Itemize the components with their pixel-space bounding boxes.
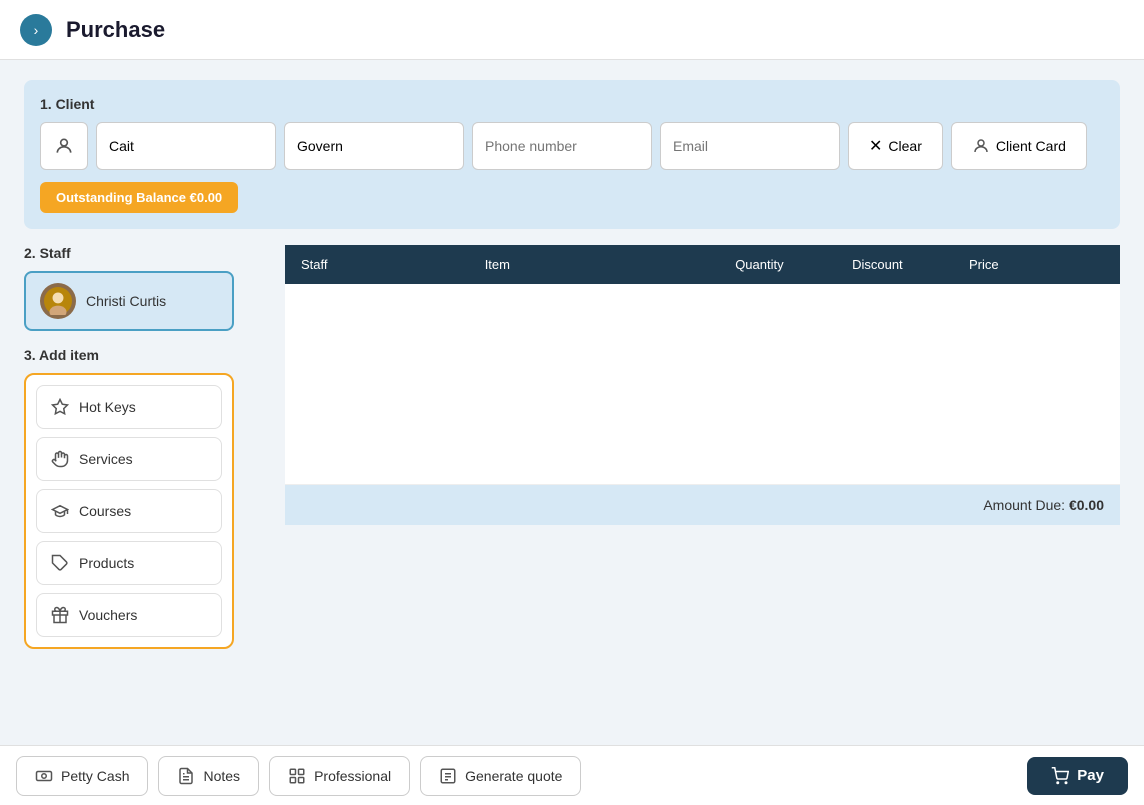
col-price: Price xyxy=(953,245,1070,284)
client-card-label: Client Card xyxy=(996,138,1066,154)
professional-button[interactable]: Professional xyxy=(269,756,410,796)
cash-icon xyxy=(35,767,53,785)
gift-icon xyxy=(51,606,69,624)
clear-label: Clear xyxy=(888,138,921,154)
client-card-icon xyxy=(972,137,990,155)
phone-input[interactable] xyxy=(472,122,652,170)
petty-cash-label: Petty Cash xyxy=(61,768,129,784)
client-section: 1. Client ✕ Clear Client Car xyxy=(24,80,1120,229)
clear-button[interactable]: ✕ Clear xyxy=(848,122,943,170)
professional-icon xyxy=(288,767,306,785)
x-icon: ✕ xyxy=(869,136,882,156)
hot-keys-label: Hot Keys xyxy=(79,399,136,415)
add-item-buttons-box: Hot Keys Services xyxy=(24,373,234,649)
col-quantity: Quantity xyxy=(719,245,836,284)
last-name-input[interactable] xyxy=(284,122,464,170)
amount-due-row: Amount Due: €0.00 xyxy=(285,485,1120,525)
graduation-icon xyxy=(51,502,69,520)
left-column: 2. Staff Christi Curtis 3. Add item xyxy=(24,245,269,649)
hand-icon xyxy=(51,450,69,468)
vouchers-label: Vouchers xyxy=(79,607,137,623)
client-icon-button[interactable] xyxy=(40,122,88,170)
add-item-label: 3. Add item xyxy=(24,347,269,363)
courses-label: Courses xyxy=(79,503,131,519)
chevron-right-icon: › xyxy=(34,22,39,38)
items-table-wrapper: Staff Item Quantity Discount Price Amoun… xyxy=(285,245,1120,649)
client-card-button[interactable]: Client Card xyxy=(951,122,1087,170)
cart-icon xyxy=(1051,767,1069,785)
note-icon xyxy=(177,767,195,785)
amount-due-value: €0.00 xyxy=(1069,497,1104,513)
petty-cash-button[interactable]: Petty Cash xyxy=(16,756,148,796)
professional-label: Professional xyxy=(314,768,391,784)
staff-select-button[interactable]: Christi Curtis xyxy=(24,271,234,331)
staff-section-label: 2. Staff xyxy=(24,245,269,261)
col-staff: Staff xyxy=(285,245,469,284)
services-button[interactable]: Services xyxy=(36,437,222,481)
generate-quote-label: Generate quote xyxy=(465,768,562,784)
notes-button[interactable]: Notes xyxy=(158,756,259,796)
amount-due-label: Amount Due: xyxy=(983,497,1069,513)
email-input[interactable] xyxy=(660,122,840,170)
staff-name: Christi Curtis xyxy=(86,293,166,309)
middle-layout: 2. Staff Christi Curtis 3. Add item xyxy=(24,245,1120,649)
col-item: Item xyxy=(469,245,720,284)
tag-icon xyxy=(51,554,69,572)
courses-button[interactable]: Courses xyxy=(36,489,222,533)
add-item-section: 3. Add item Hot Keys xyxy=(24,347,269,649)
avatar-icon xyxy=(44,287,72,315)
client-section-label: 1. Client xyxy=(40,96,1104,112)
notes-label: Notes xyxy=(203,768,240,784)
generate-quote-button[interactable]: Generate quote xyxy=(420,756,581,796)
page-title: Purchase xyxy=(66,17,165,43)
staff-section: 2. Staff Christi Curtis xyxy=(24,245,269,331)
header: › Purchase xyxy=(0,0,1144,60)
products-button[interactable]: Products xyxy=(36,541,222,585)
star-icon xyxy=(51,398,69,416)
first-name-input[interactable] xyxy=(96,122,276,170)
person-icon xyxy=(54,136,74,156)
col-actions xyxy=(1070,245,1120,284)
sidebar-toggle[interactable]: › xyxy=(20,14,52,46)
quote-icon xyxy=(439,767,457,785)
client-inputs-row: ✕ Clear Client Card xyxy=(40,122,1104,170)
staff-avatar xyxy=(40,283,76,319)
col-discount: Discount xyxy=(836,245,953,284)
products-label: Products xyxy=(79,555,134,571)
main-content: 1. Client ✕ Clear Client Car xyxy=(0,60,1144,745)
services-label: Services xyxy=(79,451,133,467)
outstanding-balance-badge[interactable]: Outstanding Balance €0.00 xyxy=(40,182,238,213)
pay-button[interactable]: Pay xyxy=(1027,757,1128,795)
items-table: Staff Item Quantity Discount Price xyxy=(285,245,1120,485)
items-table-body xyxy=(285,284,1120,484)
empty-row xyxy=(285,284,1120,484)
vouchers-button[interactable]: Vouchers xyxy=(36,593,222,637)
bottom-bar: Petty Cash Notes Professional Generate q… xyxy=(0,745,1144,805)
hot-keys-button[interactable]: Hot Keys xyxy=(36,385,222,429)
pay-label: Pay xyxy=(1077,767,1104,784)
